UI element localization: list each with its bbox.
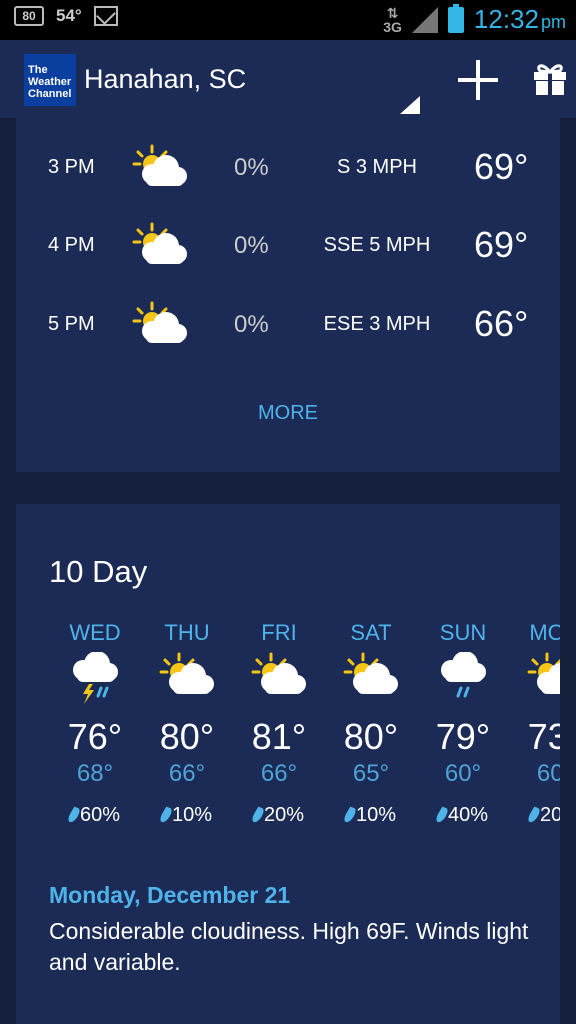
hour-temp: 69°: [474, 146, 529, 187]
hourly-row: 4 PM 0% SSE 5 MPH 69°: [16, 214, 560, 274]
partly-sunny-icon: [251, 652, 307, 704]
day-precip: 20%: [509, 804, 560, 827]
status-left: 80 54°: [14, 6, 118, 26]
day-low: 60°: [536, 760, 560, 787]
day-low: 66°: [260, 760, 298, 787]
gmail-icon: [93, 6, 118, 26]
partly-sunny-icon: [527, 652, 560, 704]
day-precip-value: 10%: [355, 804, 397, 826]
day-column[interactable]: SAT 80° 65° 10%: [325, 620, 417, 827]
partly-sunny-icon: [159, 652, 215, 704]
partly-sunny-icon: [132, 222, 188, 268]
hour-label: 5 PM: [48, 313, 95, 335]
partly-sunny-icon: [343, 652, 399, 704]
day-high: 73°: [527, 716, 560, 757]
battery-icon: [447, 3, 464, 33]
wind: SSE 5 MPH: [323, 234, 431, 256]
day-precip-value: 10%: [171, 804, 213, 826]
partly-sunny-icon: [132, 301, 188, 347]
location-dropdown-icon[interactable]: [400, 96, 420, 114]
day-column[interactable]: MON 73° 60° 20%: [509, 620, 560, 827]
day-name: WED: [69, 620, 121, 645]
day-low: 60°: [444, 760, 482, 787]
day-name: SUN: [439, 620, 487, 645]
forecast-detail-text: Considerable cloudiness. High 69F. Winds…: [49, 918, 529, 975]
day-high: 81°: [251, 716, 307, 757]
wind: S 3 MPH: [336, 156, 418, 178]
day-name: MON: [529, 620, 560, 645]
day-precip-value: 40%: [447, 804, 489, 826]
day-name: SAT: [350, 620, 392, 645]
day-low: 68°: [76, 760, 114, 787]
location-selector[interactable]: Hanahan, SC: [84, 64, 246, 95]
clock-ampm: pm: [540, 12, 566, 32]
status-bar: 80 54° ⇅ 3G 12:32 pm: [0, 0, 576, 40]
day-precip: 40%: [417, 804, 509, 827]
weather-channel-logo[interactable]: The Weather Channel: [24, 54, 76, 106]
logo-line-1: The: [28, 64, 48, 76]
status-temperature: 54°: [56, 6, 82, 25]
thunderstorm-icon: [67, 651, 123, 704]
day-high: 76°: [67, 716, 123, 757]
hour-label: 3 PM: [48, 156, 95, 178]
clock: 12:32 pm: [474, 4, 566, 35]
logo-line-3: Channel: [28, 88, 72, 100]
precip-chance: 0%: [234, 154, 269, 181]
day-column[interactable]: SUN 79° 60° 40%: [417, 620, 509, 827]
add-location-icon[interactable]: [458, 60, 498, 100]
logo-line-2: Weather: [28, 76, 72, 88]
hourly-card: 3 PM 0% S 3 MPH 69° 4 PM 0% SSE 5 MPH 69…: [16, 118, 560, 472]
day-precip: 60%: [49, 804, 141, 827]
hour-temp: 66°: [474, 303, 529, 344]
ten-day-card: 10 Day WED 76° 68° 60% THU 80° 66° 10% F…: [16, 504, 560, 1024]
day-high: 80°: [159, 716, 215, 757]
precip-chance: 0%: [234, 232, 269, 259]
day-low: 66°: [168, 760, 206, 787]
day-precip-value: 20%: [263, 804, 305, 826]
day-precip-value: 20%: [539, 804, 560, 826]
partly-sunny-icon: [132, 144, 188, 190]
day-column[interactable]: FRI 81° 66° 20%: [233, 620, 325, 827]
network-3g-icon: ⇅ 3G: [383, 4, 402, 35]
day-column[interactable]: THU 80° 66° 10%: [141, 620, 233, 827]
day-high: 80°: [343, 716, 399, 757]
rain-cloud-icon: [435, 651, 491, 704]
forecast-detail-date: Monday, December 21: [49, 882, 291, 908]
ten-day-title: 10 Day: [49, 554, 148, 589]
day-precip: 10%: [325, 804, 417, 827]
battery-notification-icon: 80: [14, 6, 44, 26]
precip-chance: 0%: [234, 311, 269, 338]
day-precip-value: 60%: [79, 804, 121, 826]
day-high: 79°: [435, 716, 491, 757]
day-column[interactable]: WED 76° 68° 60%: [49, 620, 141, 827]
gift-icon[interactable]: [532, 60, 568, 96]
hourly-row: 5 PM 0% ESE 3 MPH 66°: [16, 293, 560, 353]
wind: ESE 3 MPH: [323, 313, 431, 335]
hour-label: 4 PM: [48, 234, 95, 256]
more-button[interactable]: MORE: [16, 402, 560, 425]
day-precip: 20%: [233, 804, 325, 827]
signal-icon: [411, 6, 438, 33]
hourly-row: 3 PM 0% S 3 MPH 69°: [16, 136, 560, 196]
clock-time: 12:32: [473, 4, 539, 34]
ten-day-strip[interactable]: WED 76° 68° 60% THU 80° 66° 10% FRI 81° …: [49, 620, 560, 840]
day-name: THU: [164, 620, 210, 645]
day-name: FRI: [261, 620, 297, 645]
day-low: 65°: [352, 760, 390, 787]
status-right: ⇅ 3G 12:32 pm: [383, 3, 566, 35]
app-bar: The Weather Channel Hanahan, SC: [0, 40, 576, 118]
hour-temp: 69°: [474, 224, 529, 265]
day-precip: 10%: [141, 804, 233, 827]
